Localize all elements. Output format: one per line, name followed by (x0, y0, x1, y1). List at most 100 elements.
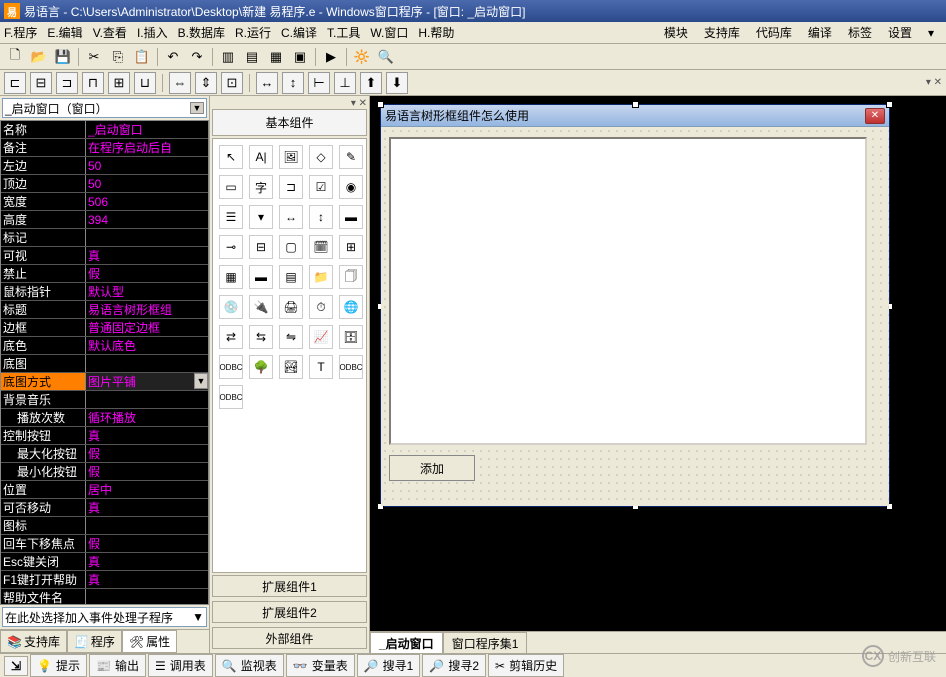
property-row[interactable]: 最小化按钮假 (1, 463, 208, 481)
property-row[interactable]: 帮助文件名 (1, 589, 208, 605)
form-designer-canvas[interactable]: 易语言树形框组件怎么使用 ✕ 添加 _启动窗口 窗口程序集1 (370, 96, 946, 653)
layout3-icon[interactable]: ▦ (265, 46, 287, 68)
property-row[interactable]: 位置居中 (1, 481, 208, 499)
same-width-icon[interactable]: ⇔ (169, 72, 191, 94)
design-client-area[interactable]: 添加 (381, 127, 889, 506)
property-value[interactable]: 假 (86, 445, 208, 462)
open-icon[interactable]: 📂 (28, 46, 50, 68)
layout1-icon[interactable]: ▥ (217, 46, 239, 68)
checkbox-icon[interactable]: ☑ (309, 175, 333, 199)
debug-icon[interactable]: 🔆 (351, 46, 373, 68)
align-center-icon[interactable]: ⊟ (30, 72, 52, 94)
property-value[interactable] (86, 229, 208, 246)
status-icon[interactable]: ▤ (279, 265, 303, 289)
close-icon[interactable]: ✕ (865, 108, 885, 124)
menu-run[interactable]: R.运行 (235, 24, 271, 41)
combo-icon[interactable]: ▾ (249, 205, 273, 229)
port-icon[interactable]: 🔌 (249, 295, 273, 319)
property-row[interactable]: 高度394 (1, 211, 208, 229)
menu-insert[interactable]: I.插入 (137, 24, 168, 41)
net-icon[interactable]: 🌐 (339, 295, 363, 319)
property-value[interactable]: 真 (86, 553, 208, 570)
tab-vars[interactable]: 👓 变量表 (286, 654, 355, 677)
menu-database[interactable]: B.数据库 (178, 24, 225, 41)
property-value[interactable]: 394 (86, 211, 208, 228)
odbc3-icon[interactable]: ODBC (219, 385, 243, 409)
tab-hint[interactable]: 💡 提示 (30, 654, 87, 677)
send-back-icon[interactable]: ⬇ (386, 72, 408, 94)
hspace-icon[interactable]: ↔ (256, 72, 278, 94)
frame-icon[interactable]: ▢ (279, 235, 303, 259)
image-icon[interactable]: 🏞 (279, 355, 303, 379)
center-v-icon[interactable]: ⊥ (334, 72, 356, 94)
toolbar-pin-icon[interactable]: ▾ ✕ (926, 77, 942, 88)
listbox-icon[interactable]: ☰ (219, 205, 243, 229)
property-row[interactable]: 回车下移焦点假 (1, 535, 208, 553)
align-middle-icon[interactable]: ⊞ (108, 72, 130, 94)
redo-icon[interactable]: ↷ (186, 46, 208, 68)
odbc1-icon[interactable]: ODBC (219, 355, 243, 379)
chevron-down-icon[interactable]: ▼ (192, 610, 204, 624)
slider-icon[interactable]: ⊸ (219, 235, 243, 259)
toolbar-icon[interactable]: ▬ (249, 265, 273, 289)
menu-compile[interactable]: C.编译 (281, 24, 317, 41)
richedit-icon[interactable]: T (309, 355, 333, 379)
property-row[interactable]: 边框普通固定边框 (1, 319, 208, 337)
print-icon[interactable]: 🖨 (279, 295, 303, 319)
treeview-control[interactable] (389, 137, 867, 445)
property-value[interactable]: 在程序启动后自 (86, 139, 208, 156)
property-row[interactable]: 宽度506 (1, 193, 208, 211)
property-value[interactable]: 50 (86, 157, 208, 174)
drive-icon[interactable]: 💿 (219, 295, 243, 319)
link-support[interactable]: 支持库 (704, 24, 740, 41)
property-value[interactable]: 真 (86, 499, 208, 516)
undo-icon[interactable]: ↶ (162, 46, 184, 68)
file-icon[interactable]: 🗍 (339, 265, 363, 289)
property-row[interactable]: 可视真 (1, 247, 208, 265)
run-icon[interactable]: ▶ (320, 46, 342, 68)
menu-edit[interactable]: E.编辑 (47, 24, 82, 41)
property-row[interactable]: 禁止假 (1, 265, 208, 283)
menu-window[interactable]: W.窗口 (370, 24, 408, 41)
property-value[interactable] (86, 517, 208, 534)
property-row[interactable]: 背景音乐 (1, 391, 208, 409)
property-value[interactable]: 真 (86, 427, 208, 444)
menu-program[interactable]: F.程序 (4, 24, 37, 41)
align-left-icon[interactable]: ⊏ (4, 72, 26, 94)
sock1-icon[interactable]: ⇄ (219, 325, 243, 349)
picturebox-icon[interactable]: 🖼 (279, 145, 303, 169)
external-button[interactable]: 外部组件 (212, 627, 367, 649)
link-module[interactable]: 模块 (664, 24, 688, 41)
property-value[interactable] (86, 589, 208, 605)
property-row[interactable]: Esc键关闭真 (1, 553, 208, 571)
palette-pin-icon[interactable]: ▾ ✕ (212, 98, 367, 109)
chevron-down-icon[interactable]: ▼ (194, 373, 208, 389)
property-row[interactable]: 最大化按钮假 (1, 445, 208, 463)
expand-icon[interactable]: ⇲ (4, 656, 28, 676)
property-row[interactable]: 鼠标指针默认型 (1, 283, 208, 301)
tab-find2[interactable]: 🔎 搜寻2 (422, 654, 486, 677)
property-value[interactable]: 假 (86, 265, 208, 282)
chevron-down-icon[interactable]: ▼ (190, 102, 204, 114)
tab-calltable[interactable]: ☰ 调用表 (148, 654, 213, 677)
imagebtn-icon[interactable]: 🗓 (309, 235, 333, 259)
property-row[interactable]: 底图 (1, 355, 208, 373)
cut-icon[interactable]: ✂ (83, 46, 105, 68)
property-value[interactable]: 易语言树形框组 (86, 301, 208, 318)
grid-icon[interactable]: ▦ (219, 265, 243, 289)
tab-find1[interactable]: 🔎 搜寻1 (357, 654, 421, 677)
event-selector[interactable]: 在此处选择加入事件处理子程序▼ (2, 607, 207, 627)
tab-window-set1[interactable]: 窗口程序集1 (443, 632, 528, 653)
paste-icon[interactable]: 📋 (131, 46, 153, 68)
property-value[interactable] (86, 355, 208, 372)
progress-icon[interactable]: ▬ (339, 205, 363, 229)
odbc2-icon[interactable]: ODBC (339, 355, 363, 379)
dropdown-icon[interactable]: ▾ (928, 26, 934, 40)
menu-help[interactable]: H.帮助 (418, 24, 454, 41)
layout4-icon[interactable]: ▣ (289, 46, 311, 68)
property-row[interactable]: 图标 (1, 517, 208, 535)
new-icon[interactable]: 🗋 (4, 46, 26, 68)
vspace-icon[interactable]: ↕ (282, 72, 304, 94)
save-icon[interactable]: 💾 (52, 46, 74, 68)
property-row[interactable]: F1键打开帮助真 (1, 571, 208, 589)
